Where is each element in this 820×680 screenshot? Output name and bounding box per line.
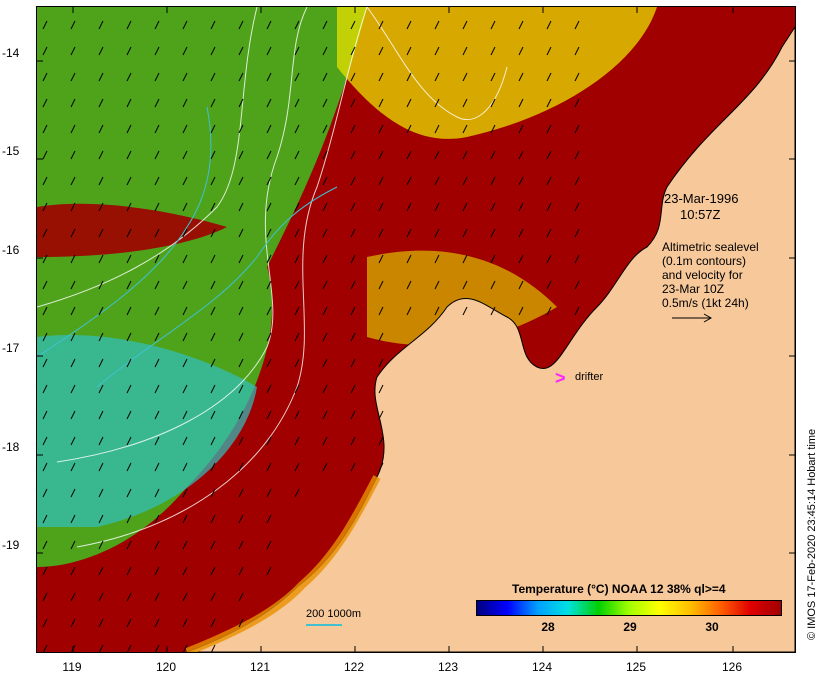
sst-map-canvas xyxy=(37,7,795,652)
lon-label-119: 119 xyxy=(62,660,82,674)
velocity-scale-arrow xyxy=(672,313,713,323)
lat-label-16: -16 xyxy=(2,243,20,257)
imos-credit: © IMOS 17-Feb-2020 23:45:14 Hobart time xyxy=(806,428,818,640)
altimetry-note-2: (0.1m contours) xyxy=(662,254,747,268)
isobath-legend-line xyxy=(306,624,342,626)
colorbar-tick-29: 29 xyxy=(623,620,637,634)
altimetry-note-1: Altimetric sealevel xyxy=(662,240,759,254)
image-date: 23-Mar-1996 xyxy=(664,191,739,206)
altimetry-note-5: 0.5m/s (1kt 24h) xyxy=(662,296,749,310)
lat-label-14: -14 xyxy=(2,46,20,60)
lat-label-17: -17 xyxy=(2,341,20,355)
lat-label-18: -18 xyxy=(2,440,20,454)
colorbar-tick-28: 28 xyxy=(541,620,555,634)
lon-label-123: 123 xyxy=(437,660,459,674)
drifter-label: drifter xyxy=(575,371,604,383)
sst-map[interactable] xyxy=(36,6,796,653)
lon-label-125: 125 xyxy=(625,660,647,674)
image-time: 10:57Z xyxy=(680,207,721,222)
lon-label-120: 120 xyxy=(155,660,177,674)
lat-label-15: -15 xyxy=(2,144,20,158)
colorbar-title: Temperature (°C) NOAA 12 38% ql>=4 xyxy=(512,582,726,596)
temperature-colorbar xyxy=(476,600,782,616)
colorbar-tick-30: 30 xyxy=(705,620,719,634)
lat-label-19: -19 xyxy=(2,538,20,552)
drifter-icon: > xyxy=(555,368,566,388)
lon-label-126: 126 xyxy=(721,660,743,674)
altimetry-note-4: 23-Mar 10Z xyxy=(662,282,725,296)
isobath-legend-label: 200 1000m xyxy=(306,608,362,620)
altimetry-note-3: and velocity for xyxy=(662,268,743,282)
lon-label-121: 121 xyxy=(249,660,271,674)
lon-label-124: 124 xyxy=(531,660,553,674)
lon-label-122: 122 xyxy=(343,660,365,674)
